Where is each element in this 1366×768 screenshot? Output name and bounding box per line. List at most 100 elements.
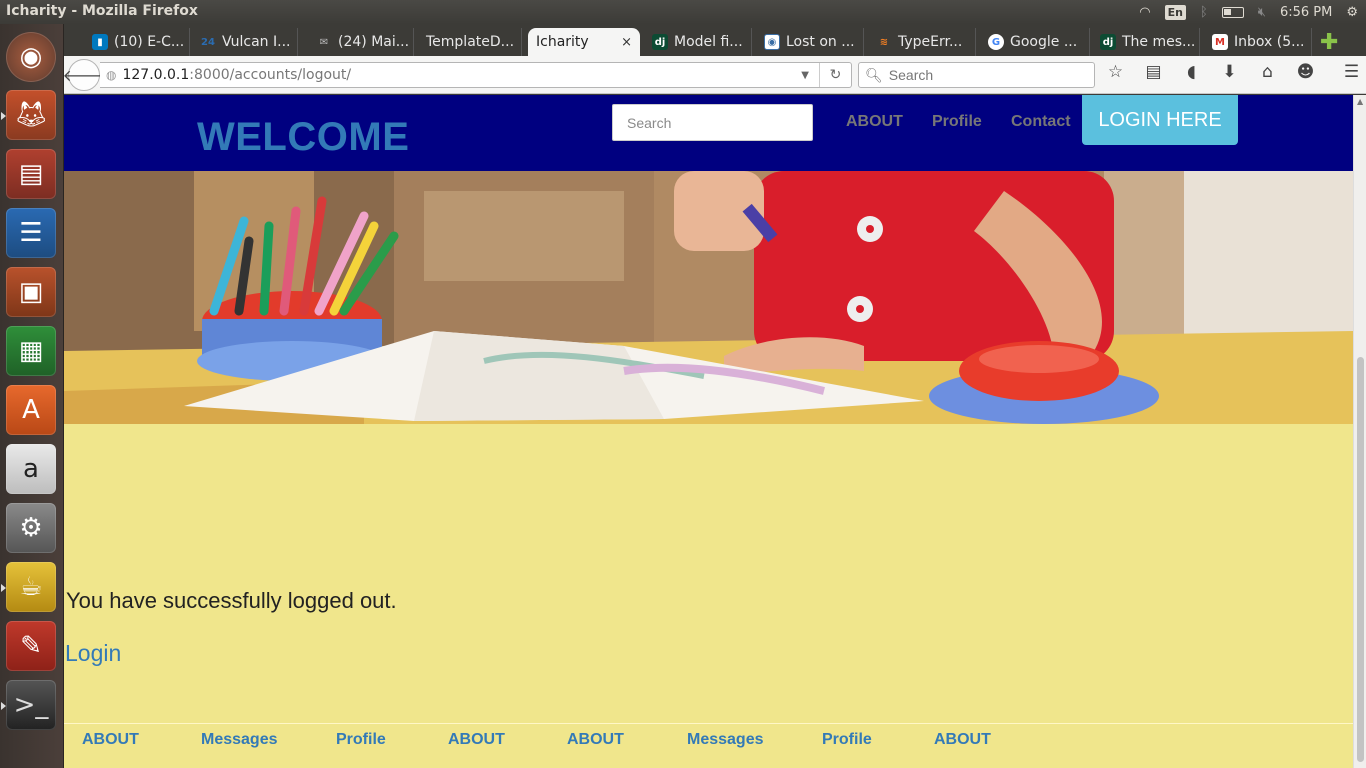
tab[interactable]: M Inbox (5... [1204, 28, 1312, 56]
login-here-button[interactable]: LOGIN HERE [1082, 95, 1238, 145]
url-bar[interactable]: ◍ 127.0.0.1:8000/accounts/logout/ ▼ ↻ [100, 62, 852, 88]
footer-link-profile[interactable]: Profile [822, 731, 872, 749]
django-icon: dj [1100, 34, 1116, 50]
chat-icon[interactable]: ☻ [1296, 62, 1315, 82]
unity-launcher: ◉ 🦊︎ ▤ ☰ ▣ ▦ A a ⚙ ☕︎ ✎ >_ [0, 24, 64, 768]
tab[interactable]: ≋ TypeErr... [868, 28, 976, 56]
terminal-icon[interactable]: >_ [1, 680, 56, 730]
tab-label: Inbox (5... [1234, 34, 1305, 50]
tab[interactable]: ✉ (24) Mai... [308, 28, 414, 56]
tab-close-icon[interactable]: × [621, 35, 632, 50]
page-viewport: WELCOME ABOUT Profile Contact LOGIN HERE [64, 95, 1353, 768]
teapot-icon[interactable]: ☕︎ [1, 562, 56, 612]
wifi-icon[interactable]: ◠ [1139, 5, 1150, 20]
page-scrollbar[interactable]: ▲ [1353, 95, 1366, 768]
scroll-up-arrow-icon[interactable]: ▲ [1357, 97, 1363, 106]
bluetooth-icon[interactable]: ᛒ [1200, 5, 1208, 20]
volume-muted-icon[interactable]: 🔇︎ [1258, 5, 1266, 20]
vulcan-icon: 24 [201, 36, 215, 48]
django-icon: dj [652, 34, 668, 50]
tab[interactable]: 24 Vulcan I... [192, 28, 298, 56]
footer-link-about[interactable]: ABOUT [934, 731, 991, 749]
ubuntu-dash-icon[interactable]: ◉ [6, 32, 56, 82]
files-icon[interactable]: ▤ [6, 149, 56, 199]
footer-link-about[interactable]: ABOUT [448, 731, 505, 749]
footer-link-messages[interactable]: Messages [201, 731, 278, 749]
google-icon: G [988, 34, 1004, 50]
page-icon: ◉ [764, 34, 780, 50]
tab-label: (24) Mai... [338, 34, 410, 50]
browser-search-placeholder: Search [888, 67, 934, 83]
child-coloring-illustration [64, 171, 1353, 424]
tab-label: TypeErr... [898, 34, 963, 50]
bookmark-star-icon[interactable]: ☆ [1106, 62, 1125, 82]
site-info-globe-icon[interactable]: ◍ [106, 68, 116, 82]
impress-icon[interactable]: ▣ [6, 267, 56, 317]
settings-gear-icon[interactable]: ⚙ [1346, 5, 1358, 20]
gmail-icon: M [1212, 34, 1228, 50]
footer-link-profile[interactable]: Profile [336, 731, 386, 749]
keyboard-layout-indicator[interactable]: En [1164, 4, 1186, 20]
battery-icon[interactable] [1221, 6, 1244, 18]
menu-hamburger-icon[interactable]: ☰ [1342, 62, 1361, 82]
tab-label: Lost on ... [786, 34, 855, 50]
system-settings-icon[interactable]: ⚙ [6, 503, 56, 553]
logout-message: You have successfully logged out. [66, 588, 397, 613]
clock[interactable]: 6:56 PM [1280, 5, 1332, 20]
mail-icon: ✉ [319, 36, 329, 48]
back-arrow-icon[interactable]: 🡐︎ [63, 59, 105, 91]
history-dropdown-icon[interactable]: ▼ [801, 70, 809, 81]
footer-link-messages[interactable]: Messages [687, 731, 764, 749]
window-title: Icharity - Mozilla Firefox [6, 3, 198, 19]
tab-bar: ▮ (10) E-C... 24 Vulcan I... ✉ (24) Mai.… [64, 24, 1366, 56]
tab[interactable]: G Google ... [980, 28, 1090, 56]
calc-icon[interactable]: ▦ [6, 326, 56, 376]
footer-divider [64, 723, 1353, 724]
top-panel: Icharity - Mozilla Firefox ◠ En ᛒ 🔇︎ 6:5… [0, 0, 1366, 24]
footer-link-about[interactable]: ABOUT [82, 731, 139, 749]
document-viewer-icon[interactable]: ✎ [6, 621, 56, 671]
tab-label: (10) E-C... [114, 34, 185, 50]
navigation-toolbar: 🡐︎ ◍ 127.0.0.1:8000/accounts/logout/ ▼ ↻… [63, 56, 1366, 94]
amazon-icon[interactable]: a [6, 444, 56, 494]
url-path: :8000/accounts/logout/ [189, 67, 352, 83]
tab-label: Google ... [1010, 34, 1078, 50]
pocket-icon[interactable]: ◖ [1182, 62, 1201, 82]
tab[interactable]: ◉ Lost on ... [756, 28, 864, 56]
tab-label: Model fi... [674, 34, 743, 50]
reading-list-icon[interactable]: ▤ [1144, 62, 1163, 82]
tab[interactable]: dj The mes... [1092, 28, 1200, 56]
search-icon: 🔍︎ [865, 66, 883, 83]
url-text: 127.0.0.1:8000/accounts/logout/ [122, 67, 351, 83]
nav-about-link[interactable]: ABOUT [846, 113, 903, 131]
browser-search-bar[interactable]: 🔍︎ Search [858, 62, 1095, 88]
new-tab-plus-icon[interactable]: ✚ [1320, 30, 1338, 55]
home-icon[interactable]: ⌂ [1258, 62, 1277, 82]
stackoverflow-icon: ≋ [879, 36, 889, 48]
tab[interactable]: dj Model fi... [644, 28, 752, 56]
site-search-input[interactable] [612, 104, 813, 141]
software-center-icon[interactable]: A [6, 385, 56, 435]
downloads-icon[interactable]: ⬇ [1220, 62, 1239, 82]
trello-icon: ▮ [92, 34, 108, 50]
tab[interactable]: TemplateD... [418, 28, 522, 56]
tab-active[interactable]: Icharity × [528, 28, 640, 56]
hero-image [64, 171, 1353, 424]
writer-icon[interactable]: ☰ [6, 208, 56, 258]
scrollbar-thumb[interactable] [1357, 357, 1364, 762]
firefox-icon[interactable]: 🦊︎ [1, 90, 56, 140]
system-tray: ◠ En ᛒ 🔇︎ 6:56 PM ⚙ [1139, 0, 1366, 24]
url-host: 127.0.0.1 [122, 67, 190, 83]
login-link[interactable]: Login [65, 640, 121, 667]
site-header: WELCOME ABOUT Profile Contact LOGIN HERE [64, 95, 1353, 171]
tab-label: Icharity [536, 34, 589, 50]
tab[interactable]: ▮ (10) E-C... [84, 28, 190, 56]
nav-contact-link[interactable]: Contact [1011, 113, 1071, 131]
nav-profile-link[interactable]: Profile [932, 113, 982, 131]
toolbar-icons: ☆ ▤ ◖ ⬇ ⌂ ☻ ☰ [1106, 62, 1361, 82]
tab-label: Vulcan I... [222, 34, 291, 50]
footer-link-about[interactable]: ABOUT [567, 731, 624, 749]
reload-icon[interactable]: ↻ [819, 63, 851, 87]
brand-title[interactable]: WELCOME [197, 115, 409, 160]
tab-label: TemplateD... [426, 34, 515, 50]
